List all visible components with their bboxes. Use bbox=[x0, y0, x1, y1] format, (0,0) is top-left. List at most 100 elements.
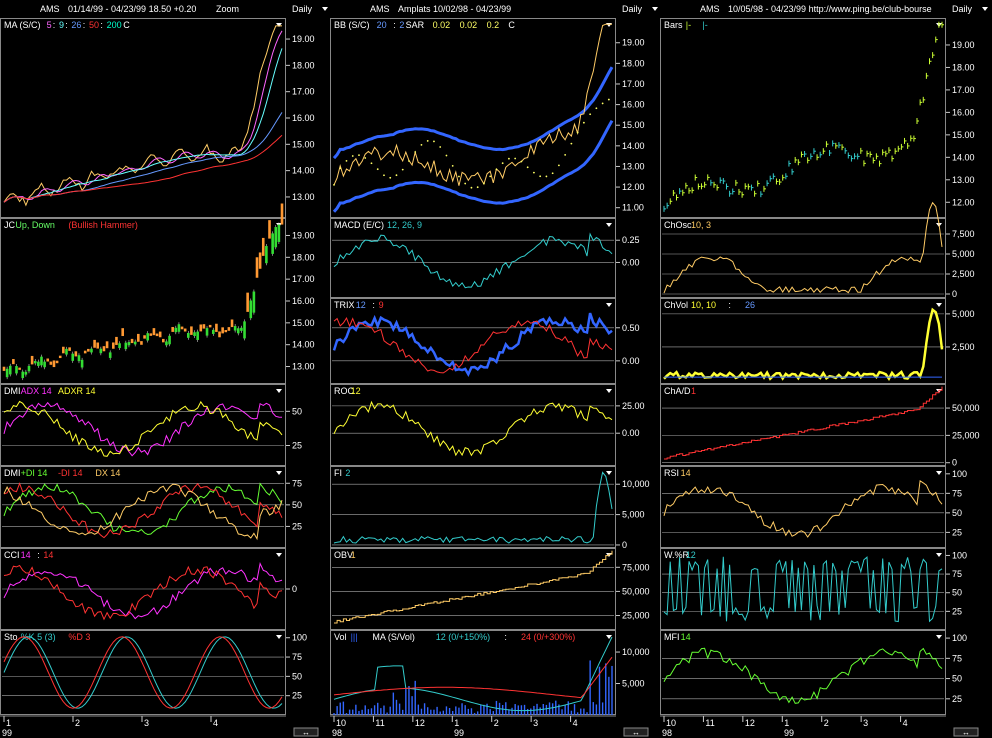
volume-bar bbox=[583, 708, 585, 715]
legend-item: 12, 26, 9 bbox=[387, 220, 422, 230]
scroll-arrows-icon: ↔ bbox=[632, 728, 640, 737]
candle bbox=[277, 224, 281, 242]
sar-dot bbox=[420, 143, 423, 146]
tick-label: 17.00 bbox=[952, 85, 975, 95]
x-year-label-2: 99 bbox=[454, 728, 464, 738]
candle bbox=[108, 352, 112, 358]
legend-item: Vol bbox=[334, 632, 347, 642]
volume-bar bbox=[523, 704, 526, 715]
tick-label: 18.00 bbox=[952, 62, 975, 72]
legend-item: 9 bbox=[379, 300, 384, 310]
x-tick-label: 1 bbox=[784, 718, 789, 728]
pane-frame bbox=[660, 630, 946, 715]
tick-label: 50 bbox=[952, 508, 962, 518]
volume-bar bbox=[367, 709, 370, 715]
period-dropdown[interactable]: Daily bbox=[622, 4, 643, 14]
candle bbox=[149, 333, 153, 336]
volume-bar bbox=[336, 706, 338, 715]
tick-label: 0.00 bbox=[622, 428, 640, 438]
pane-chvol: ChVol 10, 10 : 26 5,000 2,500 bbox=[660, 298, 975, 384]
volume-bar bbox=[358, 710, 360, 715]
pane-frame bbox=[0, 384, 286, 466]
legend-item: 2 bbox=[345, 468, 350, 478]
x-tick-label: 10 bbox=[666, 718, 676, 728]
tick-label: 25 bbox=[292, 521, 302, 531]
header-range: Amplats 10/02/98 - 04/23/99 bbox=[398, 4, 511, 14]
volume-bar bbox=[427, 707, 429, 715]
pane-frame bbox=[330, 630, 616, 715]
volume-bar bbox=[408, 686, 410, 715]
pane-frame bbox=[660, 466, 946, 548]
candle bbox=[124, 342, 128, 350]
candle bbox=[280, 203, 284, 225]
sar-dot bbox=[364, 157, 367, 159]
legend-item: DMI bbox=[4, 386, 21, 396]
sar-dot bbox=[557, 164, 560, 167]
legend-item: ChA/D bbox=[664, 386, 691, 396]
tick-label: 18.00 bbox=[292, 60, 315, 70]
tick-label: 0.00 bbox=[622, 257, 640, 267]
candle bbox=[186, 332, 190, 338]
legend-item: 0.02 bbox=[460, 20, 478, 30]
tick-label: 15.00 bbox=[952, 130, 975, 140]
legend-item: 12 (0/+150%) bbox=[436, 632, 490, 642]
volume-bar bbox=[473, 712, 476, 715]
candle bbox=[233, 326, 237, 331]
candle bbox=[80, 359, 84, 368]
volume-bar bbox=[345, 713, 348, 715]
volume-bar bbox=[511, 707, 513, 715]
volume-bar bbox=[342, 701, 345, 715]
tick-label: 50 bbox=[952, 674, 962, 684]
sar-dot bbox=[470, 186, 473, 189]
candle bbox=[249, 300, 253, 319]
volume-bar bbox=[339, 702, 341, 715]
column-header-1: AMS Amplats 10/02/98 - 04/23/99 Daily bbox=[330, 0, 660, 18]
legend-item: ADXR 14 bbox=[58, 386, 96, 396]
volume-bar bbox=[530, 708, 532, 715]
legend-item: 10, 10 bbox=[691, 300, 716, 310]
legend-item: 1 bbox=[351, 550, 356, 560]
tick-label: 2,500 bbox=[952, 342, 975, 352]
period-dropdown[interactable]: Daily bbox=[292, 4, 313, 14]
tick-label: 18.00 bbox=[292, 252, 315, 262]
legend-item: MA (S/C) bbox=[4, 20, 41, 30]
pane-frame bbox=[330, 298, 616, 384]
legend-item: Bars bbox=[664, 20, 683, 30]
candle bbox=[87, 348, 90, 352]
tick-label: 5,000 bbox=[952, 249, 975, 259]
legend-item: |- bbox=[702, 20, 707, 30]
candle bbox=[105, 341, 109, 349]
sar-dot bbox=[564, 153, 567, 156]
tick-label: 15.00 bbox=[292, 139, 315, 149]
volume-bar bbox=[383, 705, 385, 715]
period-dropdown[interactable]: Daily bbox=[952, 4, 973, 14]
tick-label: 75 bbox=[292, 478, 302, 488]
tick-label: 15.00 bbox=[292, 318, 315, 328]
tick-label: 16.00 bbox=[952, 107, 975, 117]
volume-bar bbox=[526, 708, 529, 715]
legend-item: CCI bbox=[4, 550, 20, 560]
tick-label: 19.00 bbox=[292, 230, 315, 240]
volume-bar bbox=[605, 663, 607, 715]
candle bbox=[118, 343, 121, 349]
candle bbox=[274, 227, 278, 248]
legend-item: 26 bbox=[745, 300, 755, 310]
sar-dot bbox=[576, 131, 579, 134]
candle bbox=[83, 350, 87, 354]
volume-bar bbox=[483, 704, 485, 715]
legend-item: 26 bbox=[71, 20, 81, 30]
volume-bar bbox=[380, 708, 382, 715]
tick-label: 25 bbox=[952, 694, 962, 704]
candle bbox=[8, 365, 12, 375]
candle bbox=[27, 365, 31, 372]
pane-vol: Vol ||| MA (S/Vol) 12 (0/+150%) : 24 (0/… bbox=[330, 630, 650, 715]
legend-item: MACD (E/C) bbox=[334, 220, 384, 230]
legend-item: 2 bbox=[399, 20, 404, 30]
volume-bar bbox=[601, 702, 604, 715]
legend-item: DMI bbox=[4, 468, 21, 478]
x-year-label: 99 bbox=[2, 728, 12, 738]
sar-dot bbox=[458, 175, 460, 178]
candle bbox=[202, 324, 206, 329]
scroll-arrows-icon: ↔ bbox=[962, 728, 970, 737]
x-axis-0: 1 2 3 4 99 ↔ bbox=[0, 715, 319, 738]
